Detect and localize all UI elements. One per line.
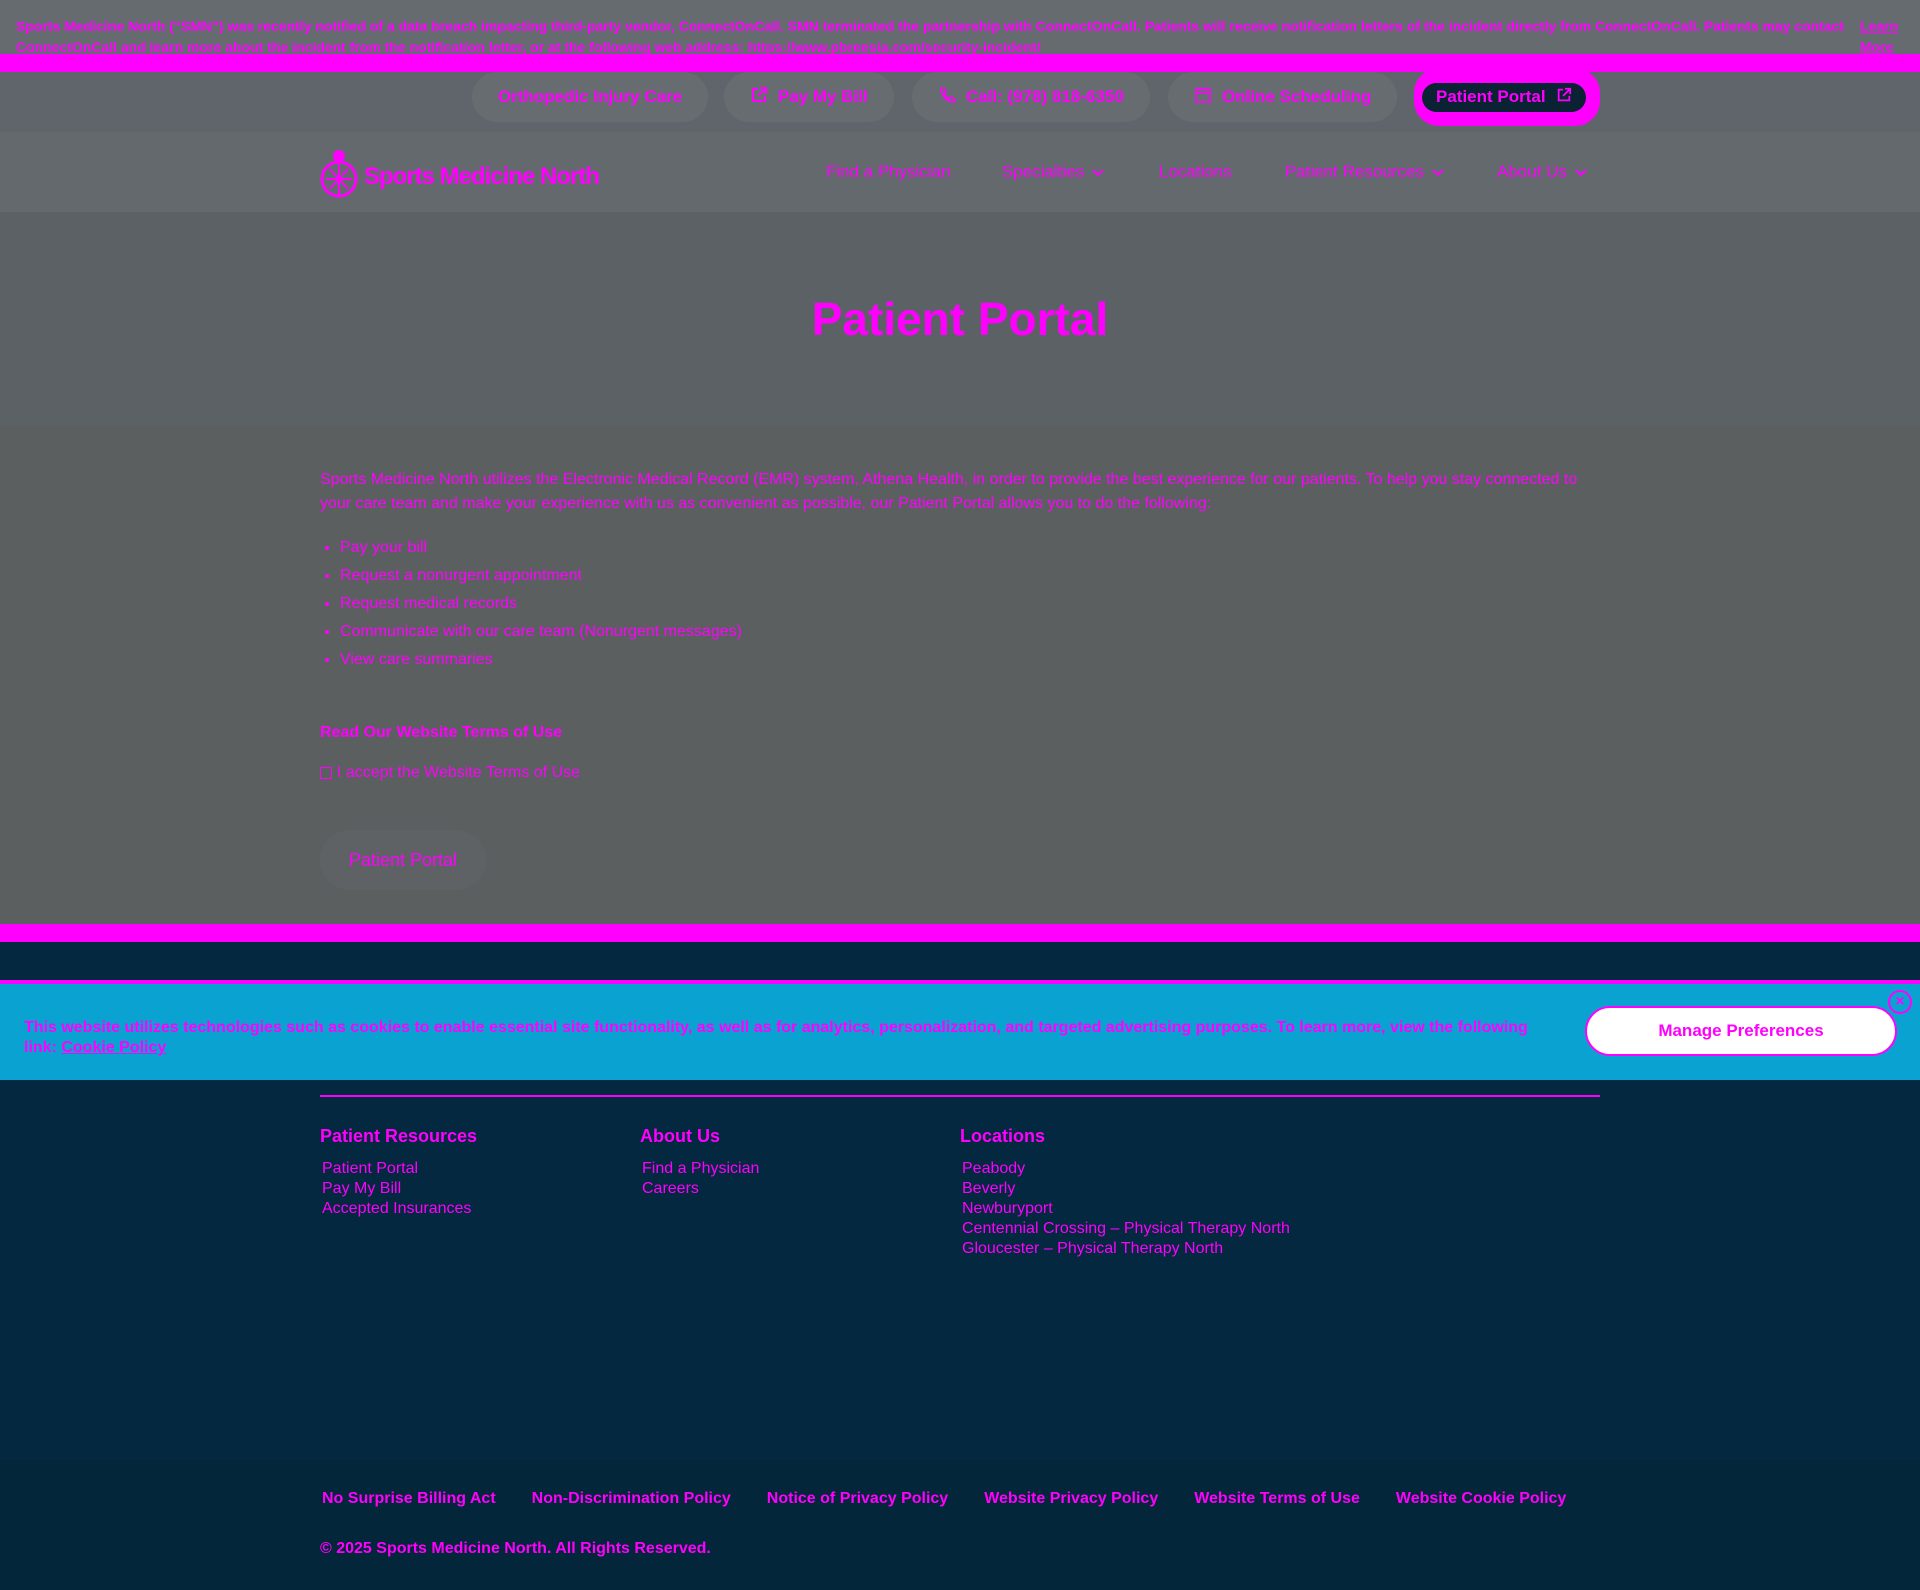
footer-column-title: Patient Resources — [320, 1126, 478, 1146]
chevron-down-icon — [1432, 162, 1444, 182]
footer-column-title: Locations — [960, 1126, 1046, 1146]
footer-divider — [320, 1095, 1600, 1097]
nav-item-label: Specialties — [1002, 162, 1085, 181]
call-label: Call: (978) 818-6350 — [966, 87, 1124, 106]
patient-portal-top-button[interactable]: Patient Portal — [1414, 68, 1600, 126]
footer-column-title: About Us — [640, 1126, 720, 1146]
footer-column-locations: Locations Peabody Beverly Newburyport Ce… — [960, 1126, 1290, 1259]
legal-link-no-surprise-billing[interactable]: No Surprise Billing Act — [322, 1490, 496, 1508]
calendar-icon — [1194, 86, 1212, 109]
breach-alert-banner: Sports Medicine North (“SMN”) was recent… — [0, 0, 1920, 55]
footer-link[interactable]: Centennial Crossing – Physical Therapy N… — [962, 1220, 1290, 1237]
nav-item-label: Locations — [1159, 162, 1232, 181]
utility-bar: Orthopedic Injury Care Pay My Bill Call:… — [0, 68, 1920, 132]
list-item: Communicate with our care team (Nonurgen… — [340, 618, 742, 646]
page-hero: Patient Portal — [0, 212, 1920, 426]
nav-specialties[interactable]: Specialties — [1002, 162, 1104, 182]
nav-patient-resources[interactable]: Patient Resources — [1285, 162, 1444, 182]
main-content: Sports Medicine North utilizes the Elect… — [0, 426, 1920, 924]
orthopedic-injury-care-label: Orthopedic Injury Care — [498, 87, 683, 106]
logo-emblem-icon — [320, 147, 358, 206]
phone-icon — [938, 86, 957, 109]
footer-link[interactable]: Gloucester – Physical Therapy North — [962, 1240, 1223, 1257]
manage-preferences-button[interactable]: Manage Preferences — [1585, 1006, 1897, 1056]
footer-link[interactable]: Patient Portal — [322, 1160, 418, 1177]
call-button[interactable]: Call: (978) 818-6350 — [912, 72, 1150, 122]
footer-link[interactable]: Newburyport — [962, 1200, 1053, 1217]
checkbox-square-icon[interactable] — [320, 767, 332, 779]
nav-locations[interactable]: Locations — [1159, 162, 1232, 182]
copyright: © 2025 Sports Medicine North. All Rights… — [320, 1540, 711, 1557]
legal-links: No Surprise Billing Act Non-Discriminati… — [322, 1490, 1566, 1508]
legal-link-terms-of-use[interactable]: Website Terms of Use — [1194, 1490, 1360, 1508]
footer-link[interactable]: Careers — [642, 1180, 699, 1197]
footer-column-about-us: About Us Find a Physician Careers — [640, 1126, 759, 1199]
orthopedic-injury-care-button[interactable]: Orthopedic Injury Care — [472, 72, 709, 122]
footer-link[interactable]: Pay My Bill — [322, 1180, 401, 1197]
legal-link-website-privacy[interactable]: Website Privacy Policy — [984, 1490, 1158, 1508]
site-logo[interactable]: Sports Medicine North — [320, 147, 600, 206]
chevron-down-icon — [1575, 162, 1587, 182]
cookie-notice: This website utilizes technologies such … — [24, 1018, 1544, 1058]
logo-wordmark: Sports Medicine North — [364, 162, 600, 190]
alert-divider — [0, 54, 1920, 72]
page-title: Patient Portal — [811, 293, 1109, 345]
accent-stripe — [0, 924, 1920, 942]
legal-link-non-discrimination[interactable]: Non-Discrimination Policy — [532, 1490, 731, 1508]
patient-portal-top-label: Patient Portal — [1436, 87, 1546, 106]
portal-features-list: Pay your bill Request a nonurgent appoin… — [320, 534, 742, 674]
external-link-icon — [750, 86, 768, 109]
footer-link[interactable]: Accepted Insurances — [322, 1200, 471, 1217]
list-item: Request a nonurgent appointment — [340, 562, 742, 590]
main-navigation: Sports Medicine North Find a Physician S… — [0, 132, 1920, 212]
accept-terms-label: I accept the Website Terms of Use — [337, 764, 581, 781]
list-item: Pay your bill — [340, 534, 742, 562]
pay-my-bill-label: Pay My Bill — [778, 87, 868, 106]
patient-portal-button[interactable]: Patient Portal — [320, 830, 486, 890]
nav-about-us[interactable]: About Us — [1497, 162, 1587, 182]
nav-find-a-physician[interactable]: Find a Physician — [826, 162, 951, 182]
chevron-down-icon — [1092, 162, 1104, 182]
footer-link[interactable]: Find a Physician — [642, 1160, 759, 1177]
alert-message: Sports Medicine North (“SMN”) was recent… — [16, 18, 1845, 55]
cookie-notice-text: This website utilizes technologies such … — [24, 1019, 1528, 1056]
intro-paragraph: Sports Medicine North utilizes the Elect… — [320, 471, 1578, 512]
external-link-icon — [1556, 87, 1572, 108]
nav-item-label: Find a Physician — [826, 162, 951, 181]
online-scheduling-label: Online Scheduling — [1222, 87, 1372, 106]
list-item: Request medical records — [340, 590, 742, 618]
cookie-policy-link[interactable]: Cookie Policy — [61, 1039, 166, 1056]
nav-item-label: Patient Resources — [1285, 162, 1424, 181]
legal-bar: No Surprise Billing Act Non-Discriminati… — [0, 1460, 1920, 1590]
nav-item-label: About Us — [1497, 162, 1567, 181]
footer-link[interactable]: Beverly — [962, 1180, 1015, 1197]
legal-link-notice-of-privacy[interactable]: Notice of Privacy Policy — [767, 1490, 948, 1508]
terms-of-use-link[interactable]: Read Our Website Terms of Use — [320, 724, 562, 742]
online-scheduling-button[interactable]: Online Scheduling — [1168, 72, 1398, 122]
close-icon[interactable]: × — [1888, 990, 1912, 1014]
cookie-banner: This website utilizes technologies such … — [0, 980, 1920, 1080]
list-item: View care summaries — [340, 646, 742, 674]
pay-my-bill-button[interactable]: Pay My Bill — [724, 72, 894, 122]
learn-more-link[interactable]: Learn More — [1860, 16, 1900, 58]
accept-terms-checkbox[interactable]: I accept the Website Terms of Use — [320, 764, 580, 782]
legal-link-cookie-policy[interactable]: Website Cookie Policy — [1396, 1490, 1566, 1508]
footer-column-patient-resources: Patient Resources Patient Portal Pay My … — [320, 1126, 477, 1219]
footer-link[interactable]: Peabody — [962, 1160, 1025, 1177]
